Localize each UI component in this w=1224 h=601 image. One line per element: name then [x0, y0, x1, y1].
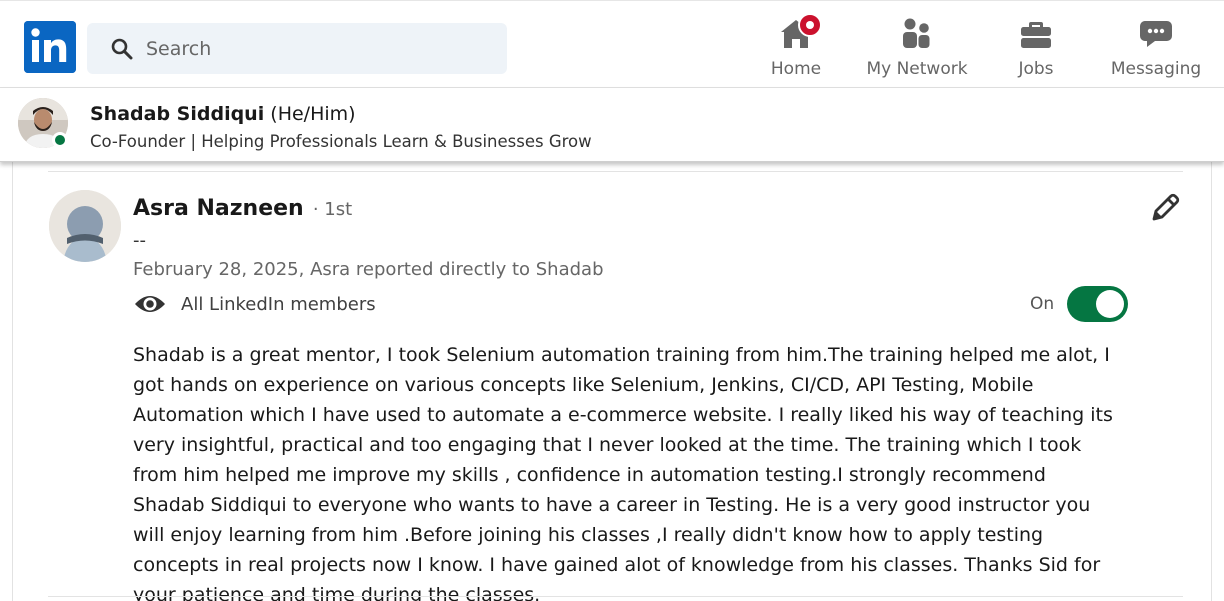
divider: [48, 171, 1183, 172]
recommender-avatar[interactable]: [49, 190, 121, 262]
top-nav: Home My Network Jobs: [0, 0, 1224, 88]
toggle-knob: [1096, 289, 1125, 318]
people-icon: [899, 15, 935, 51]
recommendation-text: Shadab is a great mentor, I took Seleniu…: [133, 344, 1113, 601]
profile-avatar[interactable]: [18, 98, 68, 148]
nav-label-messaging: Messaging: [1110, 59, 1202, 79]
page: Home My Network Jobs: [0, 0, 1224, 601]
linkedin-logo-icon[interactable]: [24, 21, 76, 73]
nav-label-jobs: Jobs: [1018, 59, 1054, 79]
profile-name-line: Shadab Siddiqui (He/Him): [90, 103, 356, 125]
edit-button[interactable]: [1148, 191, 1182, 225]
visibility-setting: All LinkedIn members: [133, 290, 376, 318]
briefcase-icon: [1018, 15, 1054, 51]
notification-badge: [798, 13, 822, 37]
nav-item-home[interactable]: Home: [762, 13, 830, 81]
divider: [48, 596, 1183, 597]
recommender-headline: --: [133, 230, 146, 251]
pencil-icon: [1152, 193, 1180, 221]
nav-item-my-network[interactable]: My Network: [862, 15, 972, 81]
nav-label-my-network: My Network: [866, 59, 968, 79]
home-icon: [778, 13, 822, 51]
search-icon: [111, 38, 133, 59]
online-status-indicator: [52, 132, 68, 148]
connection-degree: · 1st: [312, 199, 353, 220]
visibility-label: All LinkedIn members: [181, 293, 376, 315]
nav-label-home: Home: [770, 59, 822, 79]
profile-header: Shadab Siddiqui (He/Him) Co-Founder | He…: [0, 88, 1224, 162]
search-input[interactable]: [146, 37, 496, 60]
visibility-toggle-group: On: [1030, 285, 1129, 322]
recommender-name-line: Asra Nazneen · 1st: [133, 196, 352, 221]
message-icon: [1138, 15, 1174, 51]
profile-pronouns: (He/Him): [270, 103, 356, 125]
nav-item-messaging[interactable]: Messaging: [1108, 15, 1204, 81]
recommender-name[interactable]: Asra Nazneen: [133, 196, 304, 221]
profile-headline: Co-Founder | Helping Professionals Learn…: [90, 132, 592, 151]
nav-item-jobs[interactable]: Jobs: [1010, 15, 1062, 81]
eye-icon: [133, 292, 167, 316]
visibility-toggle[interactable]: [1067, 285, 1129, 322]
profile-name[interactable]: Shadab Siddiqui: [90, 103, 264, 125]
search-bar[interactable]: [87, 23, 507, 74]
recommendation-date-relationship: February 28, 2025, Asra reported directl…: [133, 259, 604, 280]
toggle-state-label: On: [1030, 293, 1055, 314]
